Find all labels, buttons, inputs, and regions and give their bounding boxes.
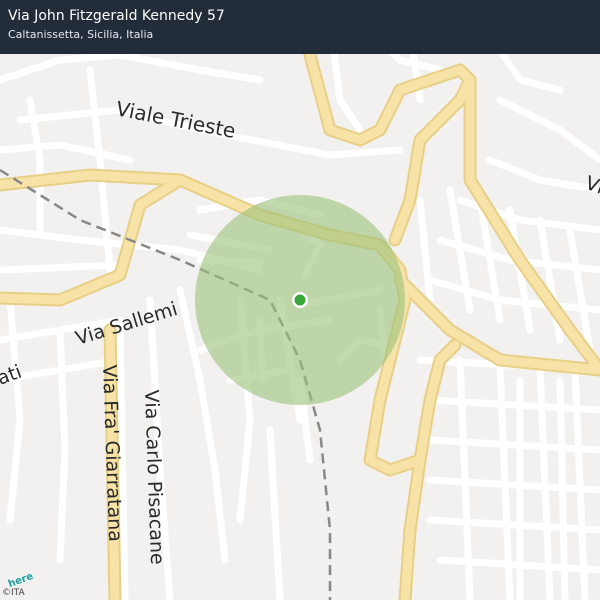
- address-line: Via John Fitzgerald Kennedy 57: [8, 8, 225, 24]
- address-header: Via John Fitzgerald Kennedy 57 Caltaniss…: [0, 0, 600, 54]
- location-marker[interactable]: [292, 292, 308, 308]
- map-canvas[interactable]: Viale Trieste Via Sallemi Via Fra' Giarr…: [0, 0, 600, 600]
- locality-line: Caltanissetta, Sicilia, Italia: [8, 28, 154, 41]
- map-credit: ©ITA: [2, 588, 25, 598]
